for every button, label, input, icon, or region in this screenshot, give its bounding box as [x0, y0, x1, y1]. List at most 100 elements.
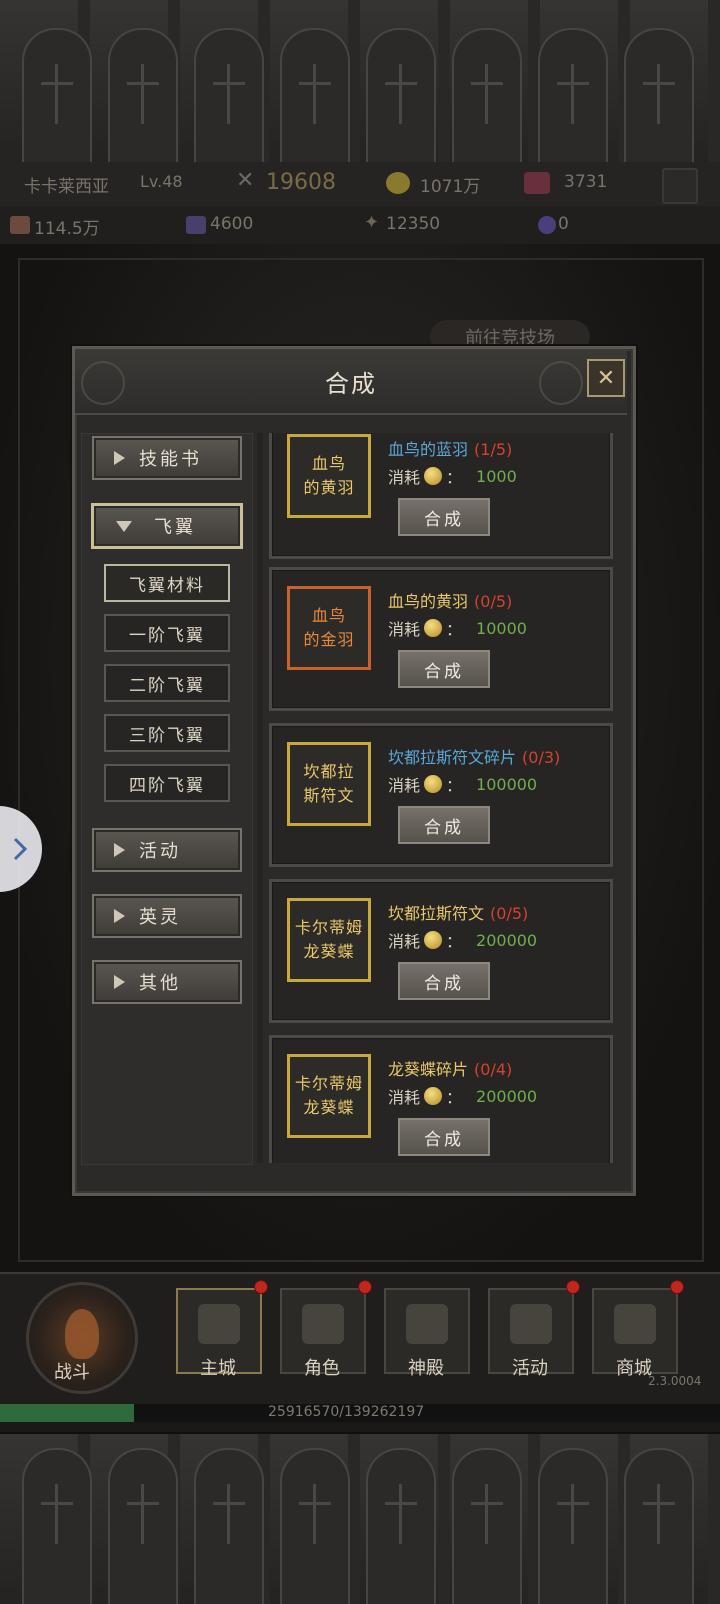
subtab-wing-materials[interactable]: 飞翼材料 — [104, 564, 230, 602]
resource-1: 114.5万 — [34, 219, 100, 239]
arch-ornament — [452, 28, 522, 162]
category-skill-book[interactable]: 技能书 — [92, 436, 242, 480]
experience-bar: 25916570/139262197 — [0, 1404, 720, 1422]
arch-ornament — [22, 28, 92, 162]
arch-ornament — [538, 1448, 608, 1604]
recipe-target: 血鸟的黄羽 (0/5) — [388, 592, 513, 611]
craft-button[interactable]: 合成 — [398, 806, 490, 844]
recipe-card: 坎都拉 斯符文 坎都拉斯符文碎片 (0/3) 消耗： 100000 合成 — [269, 723, 613, 867]
gold-coin-icon — [386, 172, 410, 194]
resource-3: 12350 — [386, 214, 441, 234]
player-name: 卡卡莱西亚 — [24, 177, 109, 197]
bottom-nav: 战斗 主城 角色 神殿 活动 商城 2.3.0004 — [0, 1272, 720, 1406]
player-status-bar: 卡卡莱西亚 Lv.48 ✕ 19608 1071万 3731 — [0, 162, 720, 207]
arch-ornament — [280, 1448, 350, 1604]
craft-button[interactable]: 合成 — [398, 650, 490, 688]
material-slot[interactable]: 血鸟 的金羽 — [287, 586, 371, 670]
category-wings[interactable]: 飞翼 — [92, 504, 242, 548]
corner-ornament — [539, 361, 583, 405]
arch-ornament — [452, 1448, 522, 1604]
triangle-right-icon — [114, 975, 125, 989]
notification-dot — [254, 1280, 268, 1294]
coin-icon — [424, 1087, 443, 1105]
coin-icon — [424, 467, 443, 485]
close-button[interactable]: ✕ — [587, 359, 625, 397]
subtab-tier4-wings[interactable]: 四阶飞翼 — [104, 764, 230, 802]
arch-ornament — [624, 28, 694, 162]
swords-icon: ✕ — [236, 168, 255, 193]
recipe-card: 卡尔蒂姆 龙葵蝶 龙葵蝶碎片 (0/4) 消耗： 200000 合成 — [269, 1035, 613, 1163]
arch-ornament — [280, 28, 350, 162]
gem-amount: 3731 — [564, 172, 608, 192]
corner-ornament — [81, 361, 125, 405]
material-slot[interactable]: 卡尔蒂姆 龙葵蝶 — [287, 1054, 371, 1138]
arch-ornament — [194, 1448, 264, 1604]
recipe-cost: 消耗： 10000 — [388, 618, 527, 640]
recipe-cost: 消耗： 1000 — [388, 466, 517, 488]
notification-dot — [566, 1280, 580, 1294]
category-panel: 技能书 飞翼 飞翼材料 一阶飞翼 二阶飞翼 三阶飞翼 四阶飞翼 活动 英灵 其他 — [81, 433, 253, 1165]
top-decoration — [0, 0, 720, 164]
craft-button[interactable]: 合成 — [398, 1118, 490, 1156]
recipe-cost: 消耗： 200000 — [388, 1086, 538, 1108]
triangle-down-icon — [116, 520, 132, 532]
coin-icon — [424, 775, 443, 793]
recipe-cost: 消耗： 100000 — [388, 774, 538, 796]
diamond-icon — [614, 1304, 656, 1344]
craft-button[interactable]: 合成 — [398, 962, 490, 1000]
book-icon — [186, 216, 206, 234]
scrollbar[interactable] — [257, 433, 263, 1163]
tab-label: 商城 — [616, 1358, 652, 1379]
recipe-card: 卡尔蒂姆 龙葵蝶 坎都拉斯符文 (0/5) 消耗： 200000 合成 — [269, 879, 613, 1023]
subtab-tier3-wings[interactable]: 三阶飞翼 — [104, 714, 230, 752]
banner-icon — [510, 1304, 552, 1344]
tab-label: 角色 — [304, 1358, 340, 1379]
notification-dot — [358, 1280, 372, 1294]
category-activity[interactable]: 活动 — [92, 828, 242, 872]
craft-dialog: 合成 ✕ 技能书 飞翼 飞翼材料 一阶飞翼 二阶飞翼 三阶飞翼 四阶飞翼 活动 … — [72, 346, 636, 1196]
star-icon: ✦ — [364, 212, 380, 233]
chevron-right-icon — [13, 837, 28, 861]
scroll-icon — [10, 216, 30, 234]
recipe-card: 血鸟 的金羽 血鸟的黄羽 (0/5) 消耗： 10000 合成 — [269, 567, 613, 711]
recipe-cost: 消耗： 200000 — [388, 930, 538, 952]
combat-power: 19608 — [266, 170, 336, 195]
arch-ornament — [108, 1448, 178, 1604]
craft-button[interactable]: 合成 — [398, 498, 490, 536]
castle-icon — [198, 1304, 240, 1344]
fight-label: 战斗 — [54, 1362, 90, 1383]
recipe-list: 血鸟 的黄羽 血鸟的蓝羽 (1/5) 消耗： 1000 合成 血鸟 的金羽 血鸟的黄羽(… — [265, 433, 617, 1163]
material-slot[interactable]: 卡尔蒂姆 龙葵蝶 — [287, 898, 371, 982]
arch-ornament — [22, 1448, 92, 1604]
subtab-tier1-wings[interactable]: 一阶飞翼 — [104, 614, 230, 652]
recipe-target: 坎都拉斯符文碎片 (0/3) — [388, 748, 561, 767]
gem-icon — [524, 172, 550, 194]
temple-icon — [406, 1304, 448, 1344]
triangle-right-icon — [114, 451, 125, 465]
gold-amount: 1071万 — [420, 177, 481, 197]
coin-icon — [424, 931, 443, 949]
recipe-target: 龙葵蝶碎片 (0/4) — [388, 1060, 513, 1079]
category-hero-spirit[interactable]: 英灵 — [92, 894, 242, 938]
arch-ornament — [108, 28, 178, 162]
tab-label: 主城 — [200, 1358, 236, 1379]
recipe-target: 坎都拉斯符文 (0/5) — [388, 904, 529, 923]
experience-fill — [0, 1404, 134, 1422]
subtab-tier2-wings[interactable]: 二阶飞翼 — [104, 664, 230, 702]
category-other[interactable]: 其他 — [92, 960, 242, 1004]
arch-ornament — [538, 28, 608, 162]
experience-text: 25916570/139262197 — [268, 1404, 425, 1420]
tab-label: 神殿 — [408, 1358, 444, 1379]
orb-icon — [538, 216, 556, 234]
arch-ornament — [366, 28, 436, 162]
material-slot[interactable]: 血鸟 的黄羽 — [287, 434, 371, 518]
recipe-card: 血鸟 的黄羽 血鸟的蓝羽 (1/5) 消耗： 1000 合成 — [269, 433, 613, 559]
arch-ornament — [624, 1448, 694, 1604]
flame-icon — [65, 1309, 99, 1359]
triangle-right-icon — [114, 843, 125, 857]
material-slot[interactable]: 坎都拉 斯符文 — [287, 742, 371, 826]
arch-ornament — [366, 1448, 436, 1604]
menu-icon[interactable] — [662, 168, 698, 204]
notification-dot — [670, 1280, 684, 1294]
version-label: 2.3.0004 — [648, 1374, 702, 1388]
